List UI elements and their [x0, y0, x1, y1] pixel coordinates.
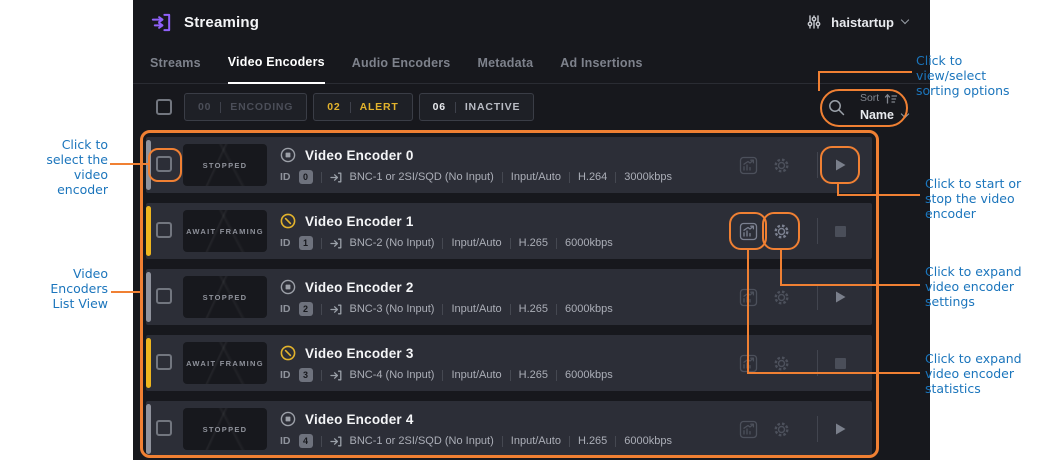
page-title: Streaming [184, 14, 259, 31]
app-header: Streaming haistartup [133, 0, 930, 44]
connector-line [747, 372, 920, 374]
connector-line [837, 194, 920, 196]
divider [350, 102, 351, 113]
encoding-count: 00 [198, 101, 211, 113]
inactive-label: INACTIVE [465, 101, 520, 113]
user-name: haistartup [831, 15, 894, 30]
annotation-statistics: Click to expand video encoder statistics [925, 351, 1022, 396]
connector-line [780, 250, 782, 286]
divider [455, 102, 456, 113]
divider [220, 102, 221, 113]
select-all-checkbox[interactable] [156, 99, 172, 115]
checkbox-highlight-ring [148, 148, 182, 182]
chevron-down-icon [901, 16, 909, 24]
annotation-select-encoder: Click to select the video encoder [16, 137, 108, 197]
status-filters: 00 ENCODING 02 ALERT 06 INACTIVE [184, 93, 534, 121]
tab-streams[interactable]: Streams [150, 56, 201, 83]
annotation-start-stop: Click to start or stop the video encoder [925, 176, 1021, 221]
list-view-highlight-border [140, 130, 879, 458]
sort-highlight-ring [820, 89, 908, 127]
connector-line [111, 291, 141, 293]
tab-bar: Streams Video Encoders Audio Encoders Me… [133, 44, 930, 84]
annotation-list-view: Video Encoders List View [16, 266, 108, 311]
filter-alert[interactable]: 02 ALERT [313, 93, 412, 121]
filter-inactive[interactable]: 06 INACTIVE [419, 93, 535, 121]
inactive-count: 06 [433, 101, 446, 113]
tab-ad-insertions[interactable]: Ad Insertions [560, 56, 642, 83]
encoding-label: ENCODING [230, 101, 293, 113]
filter-encoding[interactable]: 00 ENCODING [184, 93, 307, 121]
statistics-highlight-ring [729, 212, 767, 250]
connector-line [818, 71, 912, 73]
settings-highlight-ring [762, 212, 800, 250]
annotation-settings: Click to expand video encoder settings [925, 264, 1022, 309]
streaming-icon [150, 11, 173, 34]
start-stop-highlight-ring [820, 146, 860, 184]
tab-video-encoders[interactable]: Video Encoders [228, 55, 325, 84]
alert-label: ALERT [360, 101, 399, 113]
connector-line [780, 284, 920, 286]
user-menu[interactable]: haistartup [806, 14, 908, 30]
annotation-sorting: Click to view/select sorting options [916, 53, 1010, 98]
connector-line [818, 71, 820, 91]
sliders-icon [806, 14, 822, 30]
tab-metadata[interactable]: Metadata [477, 56, 533, 83]
filter-toolbar: 00 ENCODING 02 ALERT 06 INACTIVE [133, 84, 930, 130]
connector-line [747, 250, 749, 374]
connector-line [110, 163, 148, 165]
tab-audio-encoders[interactable]: Audio Encoders [352, 56, 451, 83]
alert-count: 02 [327, 101, 340, 113]
